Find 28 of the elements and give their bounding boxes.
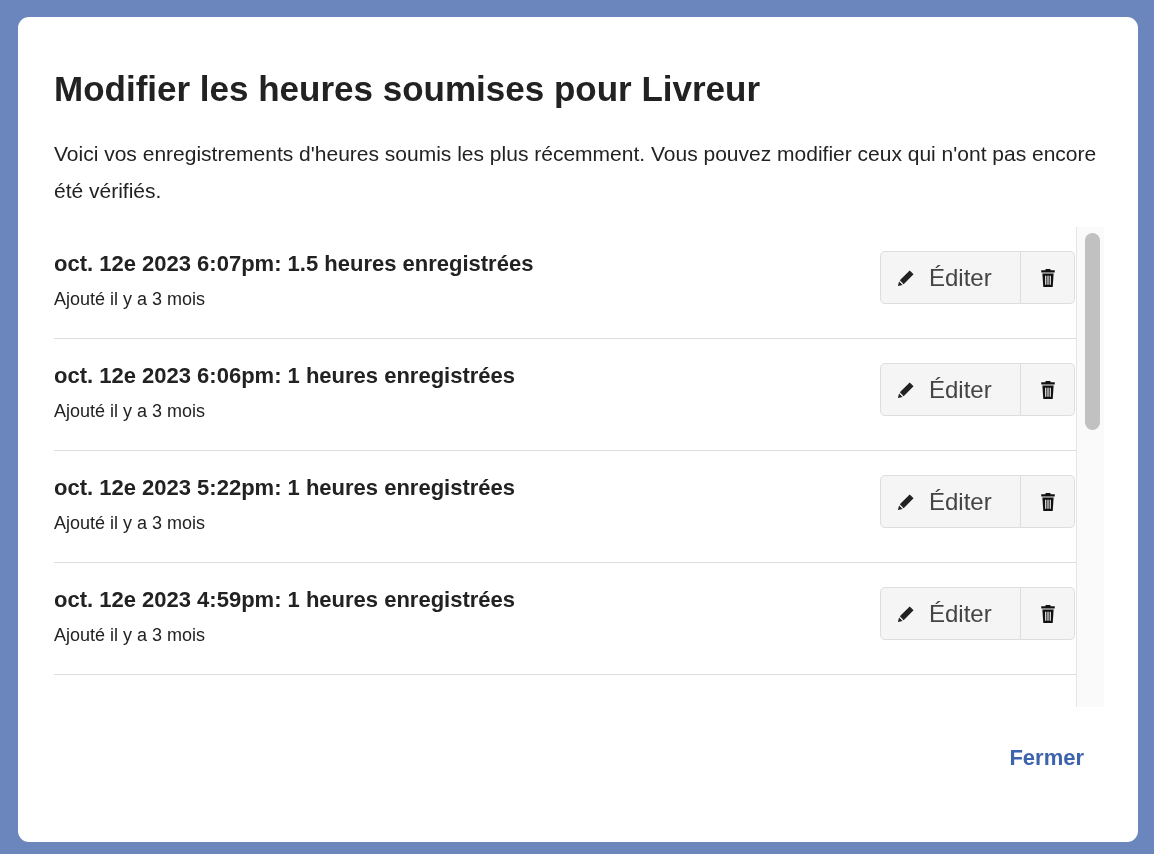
dialog-title: Modifier les heures soumises pour Livreur bbox=[54, 69, 762, 109]
trash-icon bbox=[1039, 380, 1056, 399]
delete-button[interactable] bbox=[1021, 475, 1075, 528]
entry-title: oct. 12e 2023 4:59pm: 1 heures enregistrées bbox=[54, 587, 516, 613]
entry-added-time: Ajouté il y a 3 mois bbox=[54, 625, 207, 646]
close-button[interactable]: Fermer bbox=[1009, 745, 1084, 771]
trash-icon bbox=[1039, 492, 1056, 511]
pencil-icon bbox=[897, 268, 915, 287]
entry-added-time: Ajouté il y a 3 mois bbox=[54, 513, 207, 534]
entry-title: oct. 12e 2023 6:07pm: 1.5 heures enregistrées bbox=[54, 251, 534, 277]
entry-added-time: Ajouté il y a 3 mois bbox=[54, 401, 207, 422]
delete-button[interactable] bbox=[1021, 587, 1075, 640]
entry-title: oct. 12e 2023 5:22pm: 1 heures enregistrées bbox=[54, 475, 516, 501]
delete-button[interactable] bbox=[1021, 251, 1075, 304]
trash-icon bbox=[1039, 268, 1056, 287]
pencil-icon bbox=[897, 604, 915, 623]
delete-button[interactable] bbox=[1021, 363, 1075, 416]
scrollbar[interactable] bbox=[1076, 227, 1104, 707]
dialog-description: Voici vos enregistrements d'heures soumis les plus récemment. Vous pouvez modifier ceux qui n'ont pas encore été vérifiés. bbox=[54, 141, 1098, 204]
trash-icon bbox=[1039, 604, 1056, 623]
pencil-icon bbox=[897, 492, 915, 511]
entry-added-time: Ajouté il y a 3 mois bbox=[54, 289, 207, 310]
edit-button[interactable]: Éditer bbox=[880, 587, 1021, 640]
edit-button[interactable]: Éditer bbox=[880, 363, 1021, 416]
pencil-icon bbox=[897, 380, 915, 399]
entry-title: oct. 12e 2023 6:06pm: 1 heures enregistrées bbox=[54, 363, 516, 389]
edit-button[interactable]: Éditer bbox=[880, 475, 1021, 528]
edit-button[interactable]: Éditer bbox=[880, 251, 1021, 304]
